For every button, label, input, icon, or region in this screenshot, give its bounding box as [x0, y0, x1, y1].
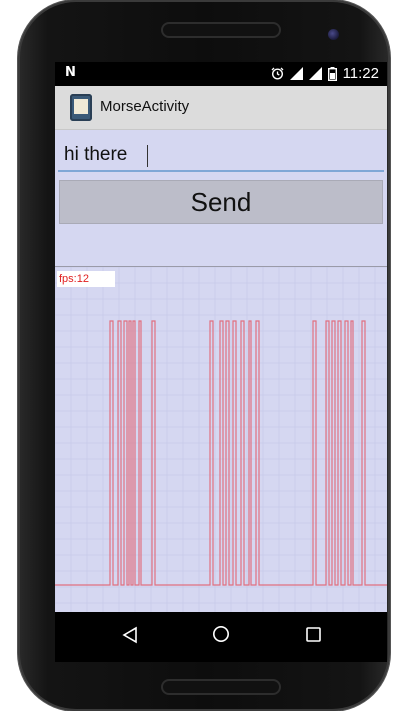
action-bar: MorseActivity	[55, 86, 387, 130]
status-icons: 11:22	[271, 65, 379, 82]
alarm-icon	[271, 67, 284, 80]
message-input[interactable]: hi there	[58, 138, 384, 172]
signal-icon	[308, 67, 322, 80]
signal-plot	[55, 266, 387, 612]
main-content: hi there Send fps:12	[55, 130, 387, 612]
screen: N 11:22 MorseActivity hi there Send fps:…	[55, 62, 387, 662]
bottom-speaker	[161, 679, 281, 695]
app-title: MorseActivity	[100, 98, 190, 115]
notification-icon: N	[65, 65, 76, 80]
fps-label: fps:12	[57, 271, 115, 287]
send-button[interactable]: Send	[59, 180, 383, 224]
signal-waveform	[55, 320, 387, 586]
phone-frame: N 11:22 MorseActivity hi there Send fps:…	[18, 0, 390, 711]
navigation-bar	[55, 612, 387, 662]
battery-icon	[327, 66, 337, 81]
recents-icon[interactable]	[306, 627, 321, 646]
back-icon[interactable]	[122, 626, 138, 648]
morse-signal-graph: fps:12	[55, 266, 387, 612]
app-launcher-icon	[70, 94, 92, 121]
earpiece-speaker	[161, 22, 281, 38]
front-camera	[328, 29, 339, 40]
status-time: 11:22	[342, 65, 379, 82]
message-input-value[interactable]: hi there	[64, 144, 127, 166]
status-bar: N 11:22	[55, 62, 387, 86]
signal-icon	[289, 67, 303, 80]
text-caret	[147, 145, 148, 167]
home-icon[interactable]	[212, 625, 230, 647]
